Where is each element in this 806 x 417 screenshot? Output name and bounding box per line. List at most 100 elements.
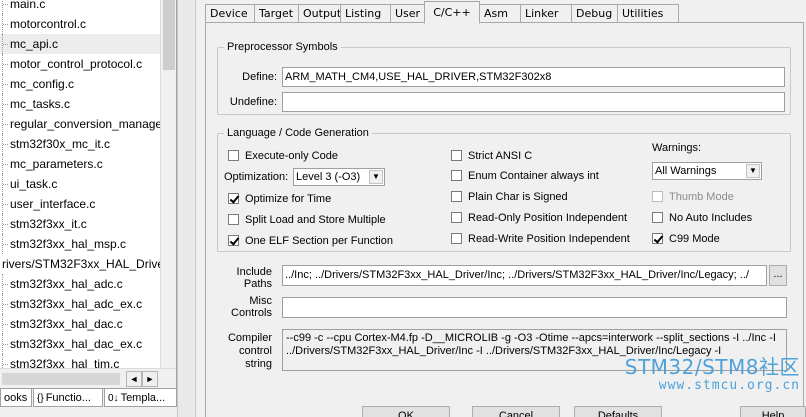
tree-item-label: ui_task.c [10, 177, 58, 191]
tree-vertical-scroll-thumb[interactable] [163, 0, 175, 70]
c99-mode-label: C99 Mode [669, 233, 720, 245]
tree-file-item[interactable]: mc_api.c [0, 34, 160, 54]
misc-controls-input[interactable] [282, 297, 787, 318]
strict-ansi-checkbox[interactable]: Strict ANSI C [451, 149, 532, 163]
tree-item-label: stm32f30x_mc_it.c [10, 137, 111, 151]
tab-utilities[interactable]: Utilities [617, 4, 679, 23]
language-legend: Language / Code Generation [227, 127, 369, 139]
thumb-mode-checkbox: Thumb Mode [652, 190, 734, 204]
tree-item-label: regular_conversion_manage [10, 117, 163, 131]
warnings-select[interactable]: All Warnings ▼ [652, 162, 762, 180]
tree-guide-line [2, 134, 8, 154]
tree-file-item[interactable]: stm32f3xx_it.c [0, 214, 87, 234]
tab-books[interactable]: ooks [0, 389, 32, 407]
tree-group[interactable]: rivers/STM32F3xx_HAL_Driver [0, 254, 168, 274]
tab-templates-label: Templa... [120, 392, 166, 404]
ok-button[interactable]: OK [362, 406, 450, 417]
tree-file-item[interactable]: regular_conversion_manage [0, 114, 162, 134]
thumb-mode-box [652, 191, 663, 202]
one-elf-checkbox[interactable]: One ELF Section per Function [228, 234, 393, 248]
tree-item-label: mc_tasks.c [10, 97, 71, 111]
tab-output[interactable]: Output [298, 4, 341, 23]
tree-item-label: stm32f3xx_hal_adc_ex.c [10, 297, 143, 311]
tree-file-item[interactable]: user_interface.c [0, 194, 95, 214]
tree-file-item[interactable]: motor_control_protocol.c [0, 54, 142, 74]
panel-splitter[interactable] [177, 0, 196, 417]
tab-listing[interactable]: Listing [340, 4, 391, 23]
tree-horizontal-scroll-thumb[interactable] [2, 373, 120, 385]
tree-guide-line [2, 154, 8, 174]
tab-asm[interactable]: Asm [479, 4, 521, 23]
split-load-checkbox[interactable]: Split Load and Store Multiple [228, 213, 386, 227]
c99-mode-checkbox[interactable]: C99 Mode [652, 232, 720, 246]
cancel-button[interactable]: Cancel [472, 406, 560, 417]
optimization-label: Optimization: [224, 171, 289, 183]
defaults-button[interactable]: Defaults [574, 406, 662, 417]
tree-item-label: mc_parameters.c [10, 157, 103, 171]
help-button[interactable]: Help [740, 406, 806, 417]
ro-pi-checkbox[interactable]: Read-Only Position Independent [451, 211, 627, 225]
undefine-label: Undefine: [229, 96, 277, 108]
watermark-title: STM32/STM8社区 [624, 355, 800, 379]
chevron-down-icon: ▼ [369, 170, 383, 184]
tree-item-label: mc_api.c [10, 37, 59, 51]
plain-char-checkbox[interactable]: Plain Char is Signed [451, 190, 568, 204]
tree-guide-line [2, 174, 8, 194]
tree-file-item[interactable]: stm32f30x_mc_it.c [0, 134, 110, 154]
tab-target[interactable]: Target [254, 4, 299, 23]
define-input[interactable]: ARM_MATH_CM4,USE_HAL_DRIVER,STM32F302x8 [282, 67, 785, 87]
tree-guide-line [2, 214, 8, 234]
tab-c-c-[interactable]: C/C++ [424, 1, 480, 24]
tab-functions-label: Functio... [45, 392, 91, 404]
scroll-left-arrow-icon[interactable]: ◄ [126, 371, 142, 387]
tree-guide-line [2, 294, 8, 314]
execute-only-box [228, 150, 239, 161]
rw-pi-checkbox[interactable]: Read-Write Position Independent [451, 232, 630, 246]
tree-guide-line [2, 34, 8, 54]
tree-item-label: stm32f3xx_it.c [10, 217, 87, 231]
tree-guide-line [2, 274, 8, 294]
tree-file-item[interactable]: stm32f3xx_hal_dac_ex.c [0, 334, 142, 354]
no-auto-includes-box [652, 212, 663, 223]
tree-guide-line [2, 114, 8, 134]
functions-icon: {} [37, 393, 44, 404]
enum-int-checkbox[interactable]: Enum Container always int [451, 169, 599, 183]
tree-file-item[interactable]: mc_config.c [0, 74, 74, 94]
tree-file-item[interactable]: motorcontrol.c [0, 14, 86, 34]
include-paths-input[interactable]: ../Inc; ../Drivers/STM32F3xx_HAL_Driver/… [282, 265, 767, 286]
undefine-input[interactable] [282, 92, 785, 112]
optimization-select[interactable]: Level 3 (-O3) ▼ [293, 168, 385, 186]
tree-file-item[interactable]: stm32f3xx_hal_msp.c [0, 234, 126, 254]
optimize-time-checkbox[interactable]: Optimize for Time [228, 192, 331, 206]
tree-file-item[interactable]: stm32f3xx_hal_adc_ex.c [0, 294, 142, 314]
tab-device[interactable]: Device [205, 4, 255, 23]
define-label: Define: [242, 71, 277, 83]
rw-pi-label: Read-Write Position Independent [468, 233, 630, 245]
no-auto-includes-checkbox[interactable]: No Auto Includes [652, 211, 752, 225]
misc-controls-label: Misc Controls [231, 295, 272, 319]
tree-file-item[interactable]: ui_task.c [0, 174, 57, 194]
one-elf-box [228, 235, 239, 246]
compiler-string-label: Compiler control string [227, 332, 272, 370]
scroll-right-arrow-icon[interactable]: ► [142, 371, 158, 387]
tree-horizontal-scrollbar[interactable]: ◄ ► [0, 368, 176, 388]
execute-only-checkbox[interactable]: Execute-only Code [228, 149, 338, 163]
tree-guide-line [2, 334, 8, 354]
tree-file-item[interactable]: mc_parameters.c [0, 154, 103, 174]
warnings-label: Warnings: [652, 142, 702, 154]
tab-linker[interactable]: Linker [520, 4, 572, 23]
no-auto-includes-label: No Auto Includes [669, 212, 753, 224]
tab-functions[interactable]: {} Functio... [33, 389, 103, 407]
templates-icon: 0↓ [108, 393, 119, 404]
preprocessor-legend: Preprocessor Symbols [227, 41, 338, 53]
tree-file-item[interactable]: stm32f3xx_hal_adc.c [0, 274, 123, 294]
tab-debug[interactable]: Debug [571, 4, 618, 23]
tree-file-item[interactable]: mc_tasks.c [0, 94, 70, 114]
include-paths-browse-button[interactable]: ... [769, 265, 787, 286]
tab-templates[interactable]: 0↓ Templa... [104, 389, 177, 407]
tree-file-item[interactable]: stm32f3xx_hal_dac.c [0, 314, 123, 334]
tab-user[interactable]: User [390, 4, 425, 23]
tab-books-label: ooks [4, 392, 28, 404]
tree-file-item[interactable]: main.c [0, 0, 45, 14]
tree-vertical-scrollbar[interactable] [160, 0, 176, 368]
